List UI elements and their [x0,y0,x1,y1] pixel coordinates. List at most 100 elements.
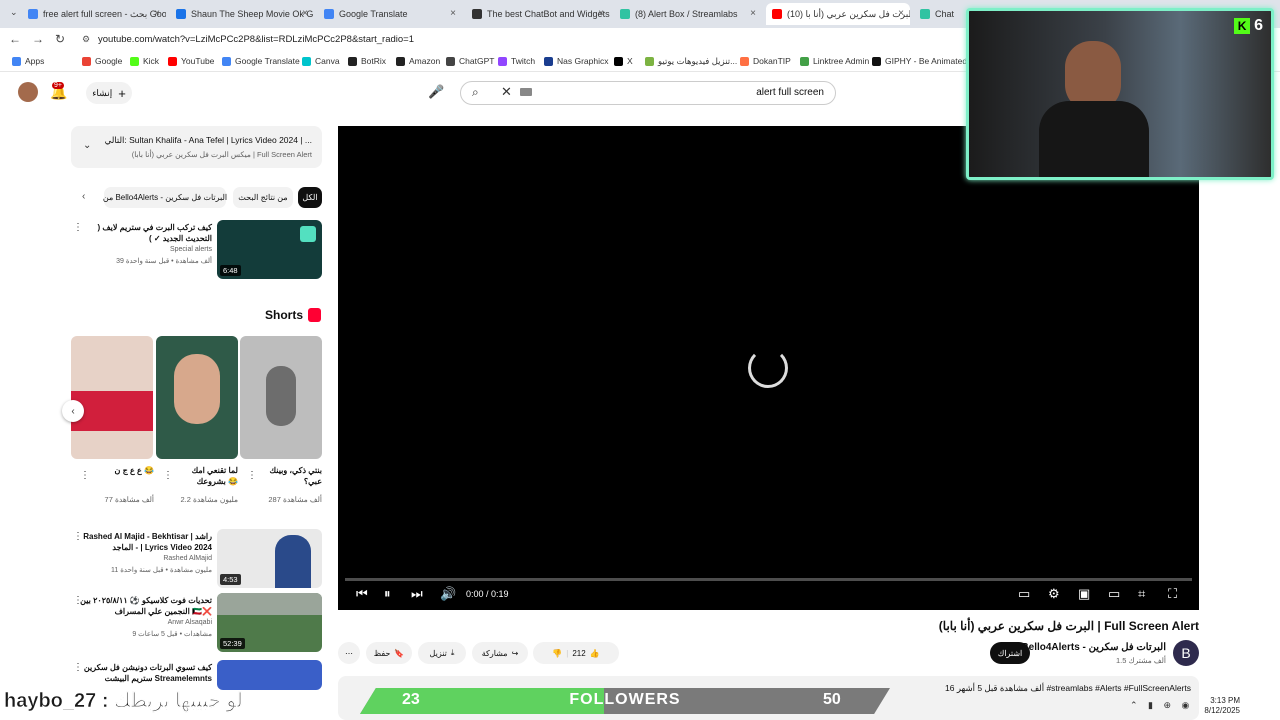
browser-tab[interactable]: The best ChatBot and Widgets × [466,3,610,25]
forward-icon[interactable]: → [32,32,44,46]
short-title[interactable]: بنتي ذكي، وبينك عبي؟ [252,465,322,487]
video-channel[interactable]: Rashed AlMajid [163,555,212,562]
bookmark-item[interactable]: Nas Graphicx [544,56,609,66]
cast-icon[interactable]: ⌗ [1138,586,1145,602]
video-thumbnail[interactable] [217,660,322,690]
share-button[interactable]: مشاركة ↪ [472,642,528,664]
tab-search-icon[interactable]: ⌄ [10,7,18,18]
create-button[interactable]: إنشاء + [86,82,132,104]
theater-mode-icon[interactable]: ▭ [1108,586,1120,602]
chip-all[interactable]: الكل [298,187,322,208]
tray-icons[interactable]: ⌃ ▮ ⊕ ◉ [1130,700,1193,711]
fullscreen-icon[interactable]: ⛶ [1168,586,1177,602]
reload-icon[interactable]: ↻ [55,32,65,46]
browser-tab[interactable]: Shaun The Sheep Movie Ok Gli × [170,3,314,25]
short-title[interactable]: ع ع ج ن 😂 [84,465,154,476]
bookmark-icon: 🔖 [394,648,405,658]
browser-tab[interactable]: (10) البرت فل سكرين عربي (أنا با × [766,3,910,25]
tab-close-icon[interactable]: × [154,8,160,19]
chevron-down-icon[interactable]: ⌄ [83,140,91,151]
bookmark-item[interactable]: ChatGPT [446,56,494,66]
bookmark-label: Apps [25,56,45,66]
tab-close-icon[interactable]: × [898,8,904,19]
search-input[interactable]: alert full screen [600,87,824,98]
video-title[interactable]: كيف تركب البرت في ستريم لايف ( التحديث ا… [80,222,212,244]
bookmark-item[interactable]: Apps [12,56,44,66]
video-thumbnail[interactable]: 6:48 [217,220,322,279]
url-field[interactable]: youtube.com/watch?v=LziMcPCc2P8&list=RDL… [98,34,414,45]
short-thumbnail[interactable] [71,336,153,459]
bookmark-item[interactable]: Canva [302,56,340,66]
bookmark-item[interactable]: Linktree Admin [800,56,869,66]
chevron-left-icon[interactable]: ‹ [82,191,85,202]
bookmark-item[interactable]: Google Translate [222,56,300,66]
video-channel[interactable]: Anwr Alsaqabi [168,619,212,626]
bookmark-item[interactable]: DokanTIP [740,56,791,66]
previous-icon[interactable]: ⏮ [356,586,368,602]
short-title[interactable]: لما تقنعي امك بشروعك 😂 [168,465,238,487]
browser-tab[interactable]: Google Translate × [318,3,462,25]
download-button[interactable]: تنزيل ⤓ [418,642,466,664]
video-title[interactable]: كيف تسوي البرتات دونيشن فل سكرين ستريم ا… [80,662,212,684]
bookmark-item[interactable]: GIPHY - Be Animated [872,56,967,66]
subtitles-icon[interactable]: ▭ [1018,586,1030,602]
browser-tab[interactable]: Chat [914,3,966,25]
related-video[interactable]: ⋮ تحديات فوت كلاسيكو ⚽ ٢٠٢٥/٨/١١ بين الن… [71,593,322,653]
bookmark-item[interactable]: تنزيل فيديوهات يوتيو... [645,56,737,67]
next-up-panel[interactable]: ⌄ التالي: Sultan Khalifa - Ana Tefel | L… [71,126,322,168]
pause-icon[interactable]: ⏸ [384,586,391,602]
keyboard-icon[interactable] [520,88,532,96]
chip-from-search[interactable]: من نتائج البحث [233,187,293,208]
bookmark-item[interactable]: Kick [130,56,159,66]
follower-goal: 50 [823,691,841,708]
subscribe-button[interactable]: اشتراك [990,642,1030,664]
shorts-prev-button[interactable]: ‹ [62,400,84,422]
tab-close-icon[interactable]: × [598,8,604,19]
tab-close-icon[interactable]: × [302,8,308,19]
bookmark-item[interactable]: Amazon [396,56,440,66]
more-actions-button[interactable]: ⋯ [338,642,360,664]
bookmark-item[interactable]: X [614,56,633,66]
related-video[interactable]: ⋮ كيف تركب البرت في ستريم لايف ( التحديث… [71,220,322,280]
video-title[interactable]: Rashed Al Majid - Bekhtisar | راشد الماج… [80,531,212,553]
clear-search-icon[interactable]: ✕ [501,84,512,100]
miniplayer-icon[interactable]: ▣ [1078,586,1090,602]
bookmark-item[interactable]: BotRix [348,56,386,66]
related-video[interactable]: ⋮ Rashed Al Majid - Bekhtisar | راشد الم… [71,529,322,589]
video-thumbnail[interactable]: 4:53 [217,529,322,588]
bookmark-item[interactable]: YouTube [168,56,214,66]
tab-close-icon[interactable]: × [450,8,456,19]
related-video[interactable]: ⋮ كيف تسوي البرتات دونيشن فل سكرين ستريم… [71,660,322,690]
progress-bar[interactable] [345,578,1192,581]
save-button[interactable]: حفظ 🔖 [366,642,412,664]
viewer-count-badge: K 6 [1234,17,1263,35]
tab-close-icon[interactable]: × [750,8,756,19]
video-thumbnail[interactable]: 52:39 [217,593,322,652]
site-info-icon[interactable]: ⚙ [82,34,90,45]
share-icon: ↪ [511,648,519,658]
next-icon[interactable]: ⏭ [411,586,423,602]
back-icon[interactable]: ← [9,32,21,46]
browser-tab[interactable]: free alert full screen - بحث Goo × [22,3,166,25]
volume-icon[interactable]: 🔊 [440,586,456,602]
bookmark-item[interactable]: Google [82,56,122,66]
notification-count-badge: 9+ [52,82,64,89]
video-player[interactable]: ⏮ ⏸ ⏭ 🔊 0:00 / 0:19 ▭ ⚙ ▣ ▭ ⌗ ⛶ [338,126,1199,610]
settings-gear-icon[interactable]: ⚙ [1048,586,1060,602]
short-thumbnail[interactable] [240,336,322,459]
like-count[interactable]: 212 [572,649,585,658]
chip-channel[interactable]: من Bello4Alerts - البرتات فل سكرين [103,187,227,208]
video-title[interactable]: تحديات فوت كلاسيكو ⚽ ٢٠٢٥/٨/١١ بين النجم… [80,595,212,617]
search-icon[interactable]: ⌕ [472,85,479,100]
like-icon[interactable]: 👍 [590,649,600,658]
clock[interactable]: 3:13 PM 8/12/2025 [1204,696,1240,716]
account-avatar[interactable] [18,82,38,102]
dislike-icon[interactable]: 👎 [552,649,562,658]
video-duration: 4:53 [220,574,241,585]
channel-avatar[interactable]: B [1173,640,1199,666]
voice-search-mic-icon[interactable]: 🎤 [428,84,444,100]
browser-tab[interactable]: (8) Alert Box / Streamlabs × [614,3,762,25]
bookmark-item[interactable]: Twitch [498,56,535,66]
video-channel[interactable]: Special alerts [170,246,212,253]
short-thumbnail[interactable] [156,336,238,459]
